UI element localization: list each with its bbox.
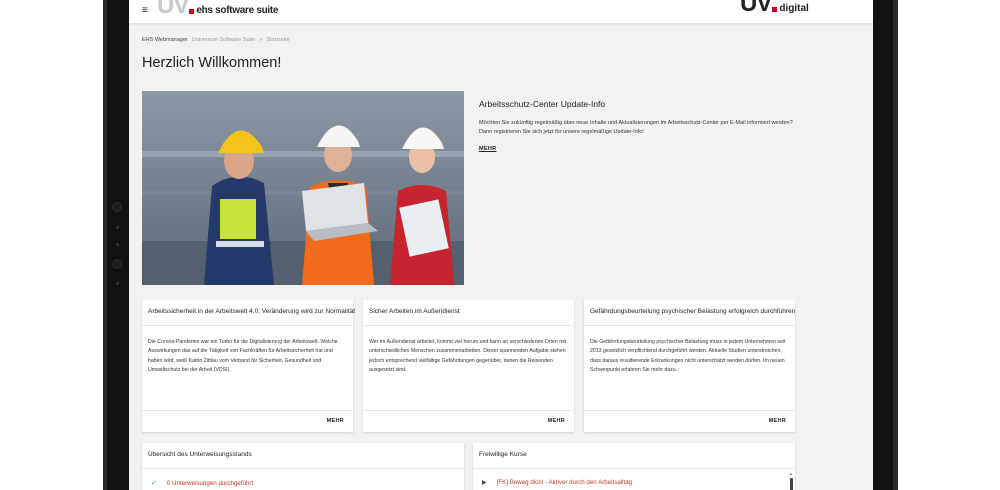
course-link[interactable]: [FK] Beweg dich! - Aktiver durch den Arb… <box>497 479 633 486</box>
ehs-suite-logo[interactable]: UV ehs software suite <box>157 0 279 19</box>
course-row[interactable]: ▶ [FK] Beweg dich! - Aktiver durch den A… <box>482 479 632 486</box>
card-divider <box>584 325 795 326</box>
page-title: Herzlich Willkommen! <box>142 55 282 71</box>
news-card-more-button[interactable]: MEHR <box>327 418 344 424</box>
update-info-title: Arbeitsschutz-Center Update-Info <box>479 99 606 109</box>
hero-image-workers <box>142 91 464 285</box>
update-info-more-link[interactable]: MEHR <box>479 146 496 152</box>
news-card-title: Gefährdungsbeurteilung psychischer Belas… <box>590 308 796 315</box>
top-header: ≡ UV ehs software suite UV digital <box>129 0 873 23</box>
check-icon: ✓ <box>151 480 157 487</box>
logo-mark: UV <box>740 0 772 17</box>
card-divider <box>142 325 353 326</box>
breadcrumb-separator: » <box>259 37 263 43</box>
logo-red-square <box>189 9 195 14</box>
hero-illustration <box>142 91 464 285</box>
breadcrumb: EHS Webmanager Universum Software Suite … <box>142 37 290 43</box>
logo-text: ehs software suite <box>196 5 279 16</box>
news-card-more-button[interactable]: MEHR <box>769 418 786 424</box>
instruction-status-panel: Übersicht des Unterweisungsstands ✓ 0 Un… <box>142 443 464 490</box>
voluntary-courses-panel: Freiwillige Kurse ▶ [FK] Beweg dich! - A… <box>473 443 795 490</box>
breadcrumb-current: Startseite <box>266 37 290 43</box>
logo-red-square <box>772 7 778 12</box>
card-divider <box>584 410 795 411</box>
news-card-title: Arbeitssicherheit in der Arbeitswelt 4.0… <box>148 308 356 315</box>
news-card-text: Wer im Außendienst arbeitet, kommt viel … <box>369 339 567 373</box>
logo-text: digital <box>779 3 809 14</box>
panel-divider <box>142 468 464 469</box>
news-card[interactable]: Arbeitssicherheit in der Arbeitswelt 4.0… <box>142 300 356 432</box>
card-divider <box>363 325 574 326</box>
app-screen: ≡ UV ehs software suite UV digital EHS W… <box>129 0 873 490</box>
panel-divider <box>473 468 795 469</box>
hamburger-menu-icon[interactable]: ≡ <box>142 6 148 16</box>
instruction-row[interactable]: ✓ 0 Unterweisungen durchgeführt <box>151 479 253 488</box>
play-icon[interactable]: ▶ <box>482 479 487 486</box>
device-edge-left <box>103 0 107 490</box>
news-card-text: Die Gefährdungsbeurteilung psychischer B… <box>590 339 786 373</box>
device-edge-right <box>893 0 898 490</box>
scrollbar-thumb[interactable] <box>790 478 793 490</box>
device-camera <box>112 259 122 269</box>
news-card-title: Sicher Arbeiten im Außendienst <box>369 308 460 315</box>
uv-digital-logo[interactable]: UV digital <box>740 0 809 17</box>
news-card-text: Die Corona-Pandemie war ein Turbo für di… <box>148 339 338 373</box>
scroll-up-arrow-icon[interactable]: ▲ <box>789 471 793 476</box>
courses-panel-title: Freiwillige Kurse <box>479 451 527 458</box>
news-card-more-button[interactable]: MEHR <box>548 418 565 424</box>
logo-mark: UV <box>157 0 189 19</box>
card-divider <box>142 410 353 411</box>
device-sensor <box>116 282 119 285</box>
device-sensor <box>116 226 119 229</box>
instruction-count-link[interactable]: 0 Unterweisungen durchgeführt <box>167 480 253 487</box>
news-card[interactable]: Gefährdungsbeurteilung psychischer Belas… <box>584 300 795 432</box>
update-info-text: Möchten Sie zukünftig regelmäßig über ne… <box>479 120 793 135</box>
news-card[interactable]: Sicher Arbeiten im Außendienst Wer im Au… <box>363 300 574 432</box>
card-divider <box>363 410 574 411</box>
device-sensor <box>116 243 119 246</box>
breadcrumb-item[interactable]: Universum Software Suite <box>192 37 256 43</box>
device-camera <box>112 202 122 212</box>
update-info-section: Arbeitsschutz-Center Update-Info Möchten… <box>479 99 799 155</box>
instruction-panel-title: Übersicht des Unterweisungsstands <box>148 451 252 458</box>
breadcrumb-item[interactable]: EHS Webmanager <box>142 37 188 43</box>
